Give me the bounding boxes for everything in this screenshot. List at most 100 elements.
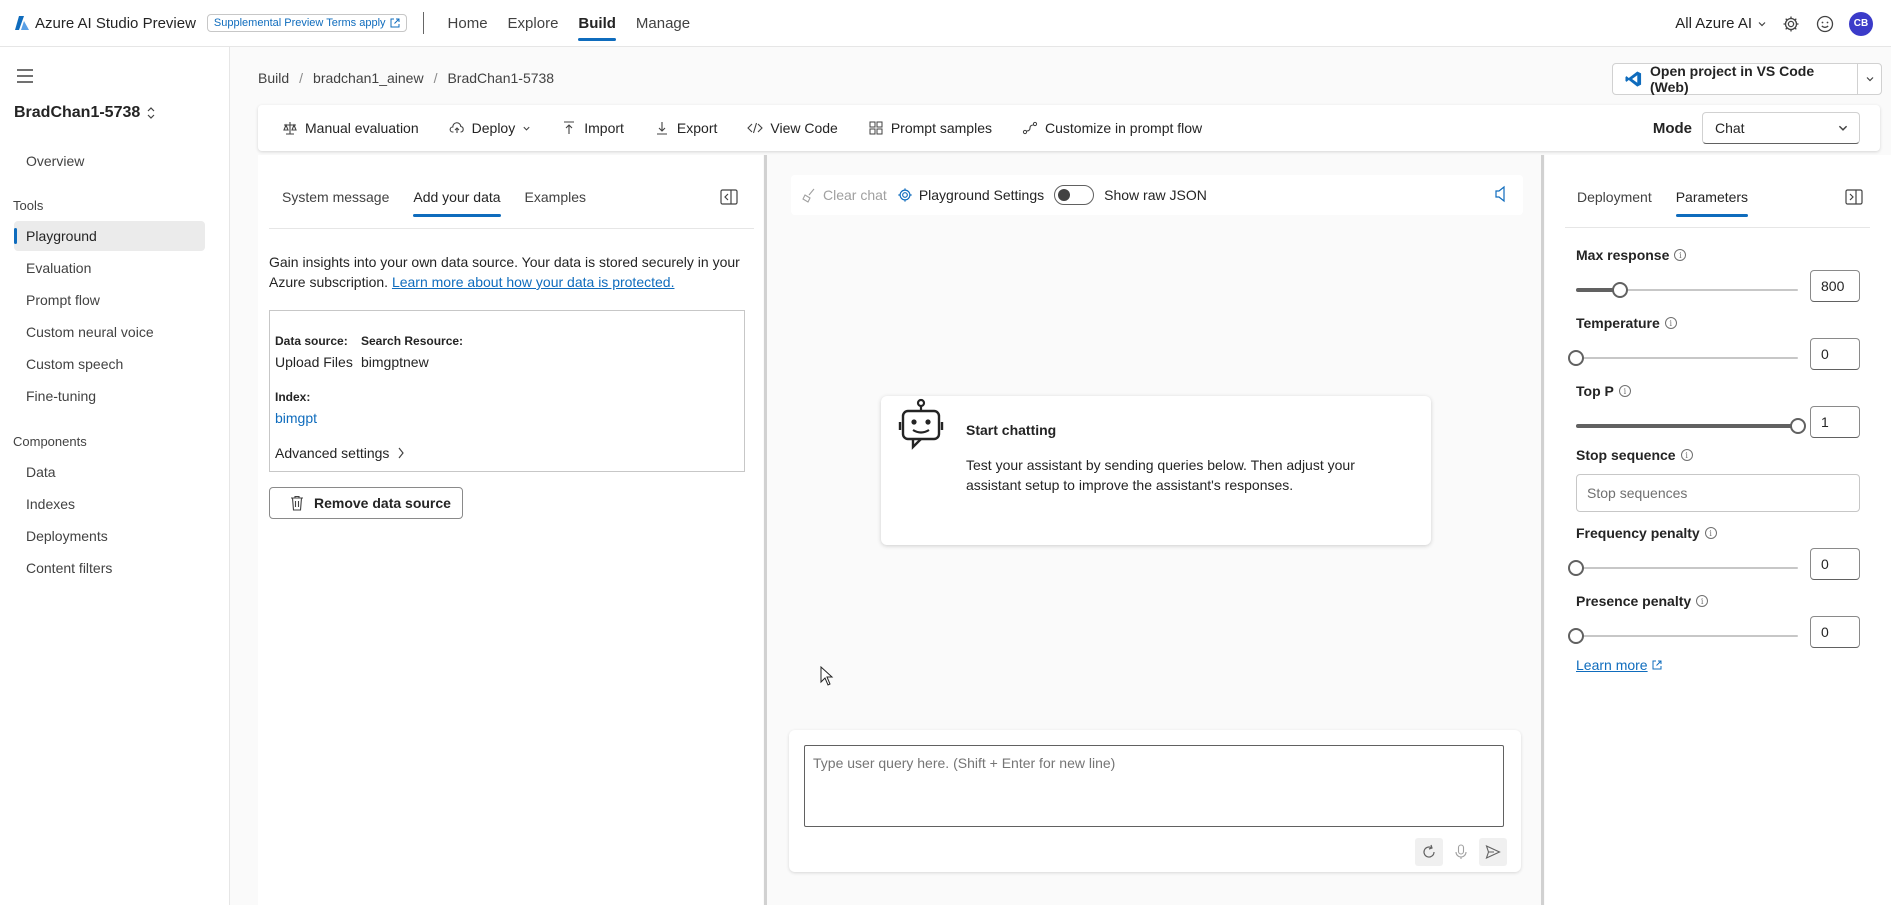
- azure-ai-logo-icon: [15, 16, 29, 30]
- index-link[interactable]: bimgpt: [275, 410, 317, 426]
- raw-json-switch[interactable]: [1054, 185, 1095, 205]
- info-icon[interactable]: i: [1674, 249, 1687, 261]
- sidebar-item-data[interactable]: Data: [14, 457, 205, 487]
- sidebar-item-playground[interactable]: Playground: [14, 221, 205, 251]
- nav-manage[interactable]: Manage: [626, 0, 700, 47]
- nav-build[interactable]: Build: [568, 0, 626, 47]
- top-p-input[interactable]: 1: [1810, 406, 1860, 438]
- collapse-panel-icon[interactable]: [1845, 189, 1863, 205]
- max-response-label: Max response i: [1576, 247, 1687, 263]
- tab-examples[interactable]: Examples: [513, 177, 598, 217]
- sidebar-item-content-filters[interactable]: Content filters: [14, 553, 205, 583]
- manual-evaluation-button[interactable]: Manual evaluation: [282, 120, 419, 136]
- collapse-panel-icon[interactable]: [720, 189, 738, 205]
- left-sidebar: BradChan1-5738 Overview Tools Playground…: [0, 47, 230, 905]
- add-data-intro: Gain insights into your own data source.…: [269, 252, 754, 292]
- preview-terms-badge[interactable]: Supplemental Preview Terms apply: [206, 14, 407, 32]
- presence-penalty-slider[interactable]: [1568, 628, 1798, 644]
- deploy-button[interactable]: Deploy: [449, 120, 532, 136]
- view-code-label: View Code: [770, 120, 838, 136]
- index-label: Index:: [275, 390, 311, 404]
- top-p-slider[interactable]: [1576, 418, 1806, 434]
- sidebar-item-fine-tuning[interactable]: Fine-tuning: [14, 381, 205, 411]
- user-query-input[interactable]: [804, 745, 1504, 827]
- breadcrumb-build[interactable]: Build: [258, 70, 289, 86]
- advanced-settings-label: Advanced settings: [275, 445, 390, 461]
- download-arrow-icon: [656, 122, 667, 135]
- clear-chat-button[interactable]: Clear chat: [801, 187, 887, 203]
- temperature-slider[interactable]: [1568, 350, 1798, 366]
- breadcrumb-hub[interactable]: bradchan1_ainew: [313, 70, 424, 86]
- data-protection-link[interactable]: Learn more about how your data is protec…: [392, 274, 675, 290]
- raw-json-toggle[interactable]: Show raw JSON: [1054, 185, 1207, 205]
- slider-thumb[interactable]: [1612, 282, 1629, 298]
- sidebar-item-indexes[interactable]: Indexes: [14, 489, 205, 519]
- breadcrumb: Build / bradchan1_ainew / BradChan1-5738: [258, 70, 554, 86]
- send-icon: [1485, 844, 1501, 860]
- max-response-slider[interactable]: [1576, 282, 1798, 298]
- learn-more-link[interactable]: Learn more: [1576, 657, 1662, 673]
- hamburger-menu-icon[interactable]: [16, 69, 34, 83]
- microphone-button[interactable]: [1447, 838, 1475, 866]
- customize-prompt-flow-button[interactable]: Customize in prompt flow: [1022, 120, 1202, 136]
- tab-system-message[interactable]: System message: [270, 177, 401, 217]
- slider-thumb[interactable]: [1568, 560, 1584, 576]
- sidebar-item-evaluation[interactable]: Evaluation: [14, 253, 205, 283]
- sidebar-item-custom-speech[interactable]: Custom speech: [14, 349, 205, 379]
- brand[interactable]: Azure AI Studio Preview Supplemental Pre…: [15, 14, 407, 32]
- open-vscode-label: Open project in VS Code (Web): [1650, 63, 1815, 95]
- mode-label: Mode: [1652, 119, 1692, 137]
- import-button[interactable]: Import: [561, 120, 624, 136]
- playground-settings-button[interactable]: Playground Settings: [897, 187, 1044, 203]
- export-button[interactable]: Export: [654, 120, 717, 136]
- tab-deployment[interactable]: Deployment: [1565, 177, 1664, 217]
- send-button[interactable]: [1479, 838, 1507, 866]
- nav-home[interactable]: Home: [438, 0, 498, 47]
- tab-add-your-data[interactable]: Add your data: [401, 177, 512, 217]
- slider-thumb[interactable]: [1568, 628, 1584, 644]
- scope-selector[interactable]: All Azure AI: [1675, 15, 1767, 32]
- settings-gear-icon[interactable]: [1781, 14, 1801, 34]
- open-vscode-main[interactable]: Open project in VS Code (Web): [1613, 63, 1859, 95]
- manual-evaluation-label: Manual evaluation: [305, 120, 419, 136]
- info-icon[interactable]: i: [1680, 449, 1693, 461]
- remove-data-source-button[interactable]: Remove data source: [269, 487, 463, 519]
- deploy-label: Deploy: [471, 120, 516, 136]
- slider-thumb[interactable]: [1790, 418, 1806, 434]
- open-vscode-dropdown[interactable]: [1858, 74, 1881, 84]
- info-icon[interactable]: i: [1664, 317, 1677, 329]
- speaker-icon[interactable]: [1493, 185, 1509, 206]
- project-switcher[interactable]: BradChan1-5738: [14, 104, 156, 122]
- info-icon[interactable]: i: [1696, 595, 1709, 607]
- feedback-smiley-icon[interactable]: [1815, 14, 1835, 34]
- stop-sequence-input[interactable]: Stop sequences: [1576, 474, 1860, 512]
- max-response-input[interactable]: 800: [1810, 270, 1860, 302]
- nav-explore[interactable]: Explore: [498, 0, 569, 47]
- max-response-title: Max response: [1576, 247, 1670, 263]
- frequency-penalty-slider[interactable]: [1568, 560, 1798, 576]
- sidebar-item-prompt-flow[interactable]: Prompt flow: [14, 285, 205, 315]
- refresh-button[interactable]: [1415, 838, 1443, 866]
- slider-thumb[interactable]: [1568, 350, 1584, 366]
- stop-sequence-label: Stop sequence i: [1576, 447, 1693, 463]
- frequency-penalty-input[interactable]: 0: [1810, 548, 1860, 580]
- info-icon[interactable]: i: [1618, 385, 1631, 397]
- code-icon: [747, 122, 764, 134]
- temperature-input[interactable]: 0: [1810, 338, 1860, 370]
- prompt-samples-button[interactable]: Prompt samples: [868, 120, 992, 136]
- view-code-button[interactable]: View Code: [747, 120, 838, 136]
- sidebar-item-deployments[interactable]: Deployments: [14, 521, 205, 551]
- open-vscode-button[interactable]: Open project in VS Code (Web): [1612, 63, 1882, 95]
- advanced-settings-toggle[interactable]: Advanced settings: [275, 445, 405, 461]
- mode-dropdown[interactable]: Chat: [1702, 112, 1860, 144]
- prompt-samples-label: Prompt samples: [890, 120, 992, 136]
- project-name: BradChan1-5738: [14, 104, 141, 121]
- presence-penalty-input[interactable]: 0: [1810, 616, 1860, 648]
- info-icon[interactable]: i: [1704, 527, 1717, 539]
- user-avatar[interactable]: CB: [1849, 11, 1873, 36]
- sidebar-item-custom-neural-voice[interactable]: Custom neural voice: [14, 317, 205, 347]
- panel-resize-handle[interactable]: [1541, 155, 1544, 905]
- sidebar-item-overview[interactable]: Overview: [14, 146, 205, 176]
- panel-resize-handle[interactable]: [764, 155, 767, 905]
- tab-parameters[interactable]: Parameters: [1664, 177, 1760, 217]
